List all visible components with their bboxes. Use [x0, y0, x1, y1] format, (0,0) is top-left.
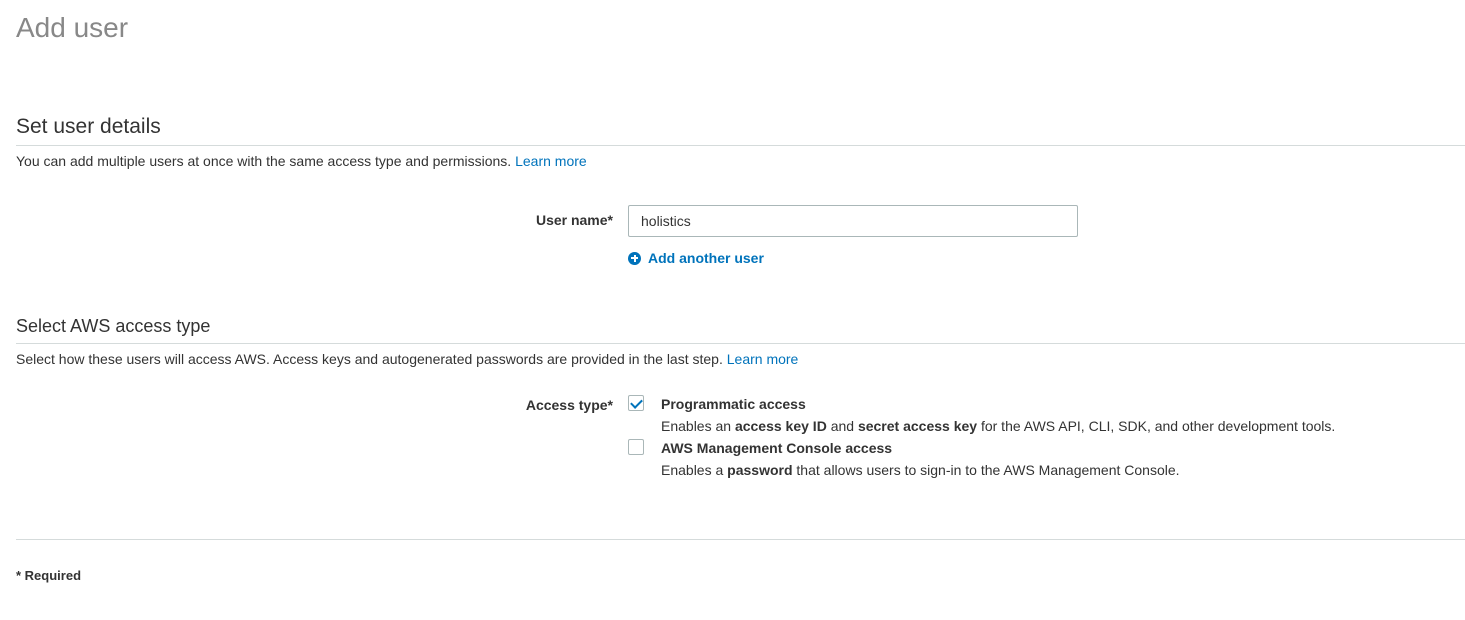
set-user-details-description: You can add multiple users at once with … — [16, 153, 587, 169]
section-divider — [16, 145, 1465, 146]
console-access-description: Enables a password that allows users to … — [661, 462, 1180, 478]
select-access-type-description: Select how these users will access AWS. … — [16, 351, 798, 367]
footer-divider — [16, 539, 1465, 540]
description-text: You can add multiple users at once with … — [16, 153, 512, 169]
add-another-user-button[interactable]: Add another user — [628, 250, 764, 266]
console-access-checkbox[interactable] — [628, 439, 644, 455]
add-another-user-label: Add another user — [648, 250, 764, 266]
programmatic-access-checkbox[interactable] — [628, 395, 644, 411]
desc-text: that allows users to sign-in to the AWS … — [792, 462, 1180, 478]
desc-text: Enables a — [661, 462, 728, 478]
checkmark-icon — [630, 396, 643, 409]
plus-circle-icon — [628, 251, 641, 265]
programmatic-access-description: Enables an access key ID and secret acce… — [661, 418, 1335, 434]
section-divider — [16, 343, 1465, 344]
desc-text: for the AWS API, CLI, SDK, and other dev… — [977, 418, 1336, 434]
user-name-input[interactable] — [628, 205, 1078, 237]
page-title: Add user — [16, 12, 129, 43]
desc-text: Enables an — [661, 418, 735, 434]
set-user-details-heading: Set user details — [16, 115, 161, 138]
user-name-label: User name* — [535, 212, 613, 228]
console-access-label[interactable]: AWS Management Console access — [661, 440, 892, 456]
programmatic-access-label[interactable]: Programmatic access — [661, 396, 806, 412]
select-access-type-heading: Select AWS access type — [16, 316, 211, 336]
desc-text: and — [826, 418, 858, 434]
description-text: Select how these users will access AWS. … — [16, 351, 723, 367]
required-note: * Required — [16, 568, 82, 583]
desc-bold-text: secret access key — [857, 418, 978, 434]
learn-more-link[interactable]: Learn more — [515, 153, 587, 169]
learn-more-link[interactable]: Learn more — [727, 351, 799, 367]
desc-bold-text: access key ID — [734, 418, 827, 434]
access-type-label: Access type* — [525, 397, 613, 413]
desc-bold-text: password — [727, 462, 793, 478]
